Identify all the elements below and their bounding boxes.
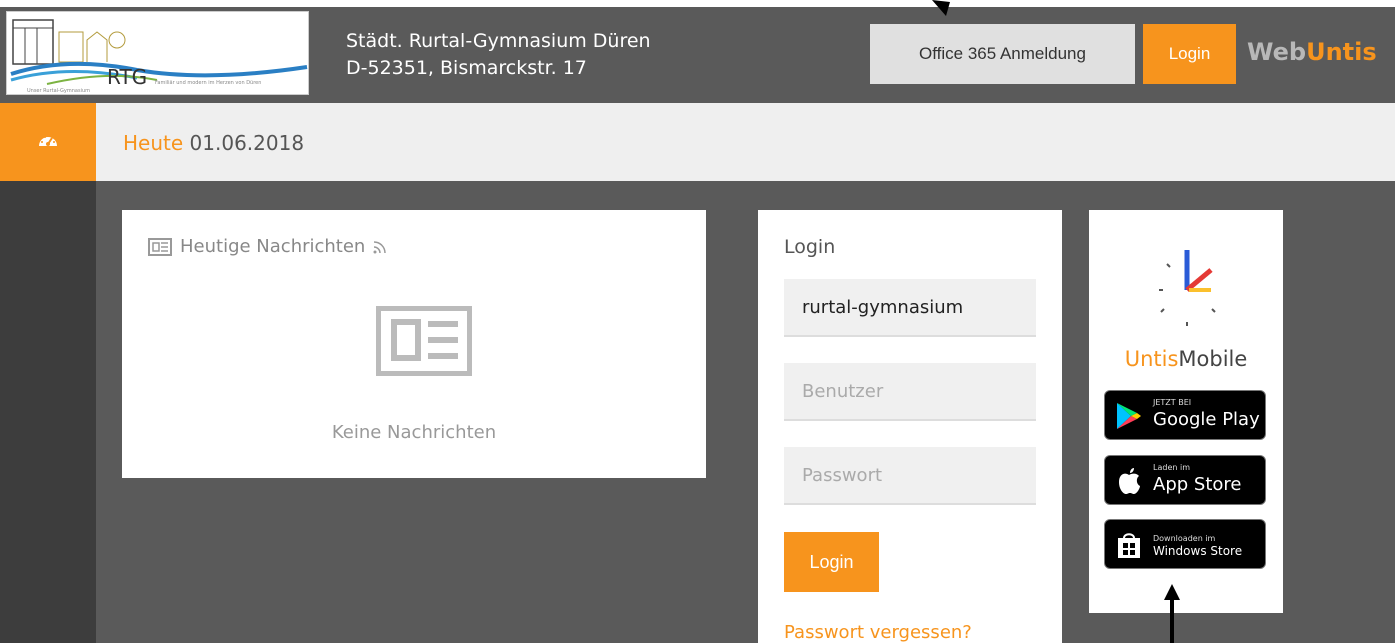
school-field[interactable]: [784, 279, 1036, 337]
sidebar: [0, 103, 96, 643]
untis-mobile-name: UntisMobile: [1089, 347, 1283, 371]
news-title: Heutige Nachrichten: [148, 236, 387, 257]
top-strip: [0, 0, 1395, 7]
logo-slogan: Familiär und modern im Herzen von Düren: [155, 80, 261, 86]
app-store-label: App Store: [1153, 474, 1242, 495]
annotation-arrow-up-icon: [1164, 584, 1180, 643]
main-content: Heute 01.06.2018 Heutige Nachrichten Kei…: [96, 103, 1395, 643]
school-logo[interactable]: RTG Familiär und modern im Herzen von Dü…: [6, 11, 309, 95]
brand-suffix: Untis: [1306, 38, 1377, 66]
header-login-button[interactable]: Login: [1143, 24, 1236, 84]
webuntis-logo[interactable]: WebUntis: [1247, 38, 1377, 66]
um-name-suffix: Mobile: [1178, 347, 1248, 371]
untis-mobile-logo-icon: [1159, 250, 1216, 326]
app-store-badge[interactable]: Laden im App Store: [1104, 455, 1266, 505]
windows-store-label: Windows Store: [1153, 544, 1243, 558]
office365-login-button[interactable]: Office 365 Anmeldung: [870, 24, 1135, 84]
school-address: D-52351, Bismarckstr. 17: [346, 57, 587, 79]
today-label: Heute: [123, 131, 184, 155]
empty-newspaper-icon: [376, 306, 472, 376]
school-name: Städt. Rurtal-Gymnasium Düren: [346, 30, 651, 52]
apple-icon: [1119, 468, 1140, 494]
login-panel: Login Login Passwort vergessen?: [758, 210, 1062, 643]
windows-store-small: Downloaden im: [1153, 534, 1216, 543]
subheader: Heute 01.06.2018: [96, 103, 1395, 181]
news-empty-text: Keine Nachrichten: [331, 422, 497, 443]
google-play-small: JETZT BEI: [1153, 398, 1192, 407]
newspaper-icon: [148, 237, 172, 256]
windows-store-badge[interactable]: Downloaden im Windows Store: [1104, 519, 1266, 569]
date-value: 01.06.2018: [189, 131, 305, 155]
school-info: Städt. Rurtal-Gymnasium Düren D-52351, B…: [346, 28, 651, 82]
login-title: Login: [784, 236, 836, 258]
sidebar-item-dashboard[interactable]: [0, 103, 96, 181]
untis-mobile-panel: UntisMobile JETZT BEI Google Play Laden …: [1089, 210, 1283, 613]
news-widget: Heutige Nachrichten Keine Nachrichten: [122, 210, 706, 478]
google-play-icon: [1117, 403, 1141, 429]
annotation-arrow-icon: [932, 0, 950, 16]
school-logo-graphic: RTG Familiär und modern im Herzen von Dü…: [10, 19, 308, 94]
dashboard-icon: [39, 136, 57, 146]
password-field[interactable]: [784, 447, 1036, 505]
app-store-small: Laden im: [1153, 463, 1190, 472]
news-title-text: Heutige Nachrichten: [180, 236, 366, 257]
google-play-badge[interactable]: JETZT BEI Google Play: [1104, 390, 1266, 440]
header: RTG Familiär und modern im Herzen von Dü…: [0, 0, 1395, 103]
google-play-label: Google Play: [1153, 409, 1260, 430]
windows-store-icon: [1118, 533, 1140, 558]
today-date: Heute 01.06.2018: [123, 131, 304, 155]
brand-prefix: Web: [1247, 38, 1307, 66]
logo-text: RTG: [107, 65, 147, 89]
forgot-password-link[interactable]: Passwort vergessen?: [784, 622, 972, 643]
um-name-prefix: Untis: [1124, 347, 1179, 371]
username-field[interactable]: [784, 363, 1036, 421]
login-submit-button[interactable]: Login: [784, 532, 879, 592]
logo-subtitle: Unser Rurtal-Gymnasium: [27, 88, 90, 94]
rss-icon[interactable]: [373, 240, 387, 254]
